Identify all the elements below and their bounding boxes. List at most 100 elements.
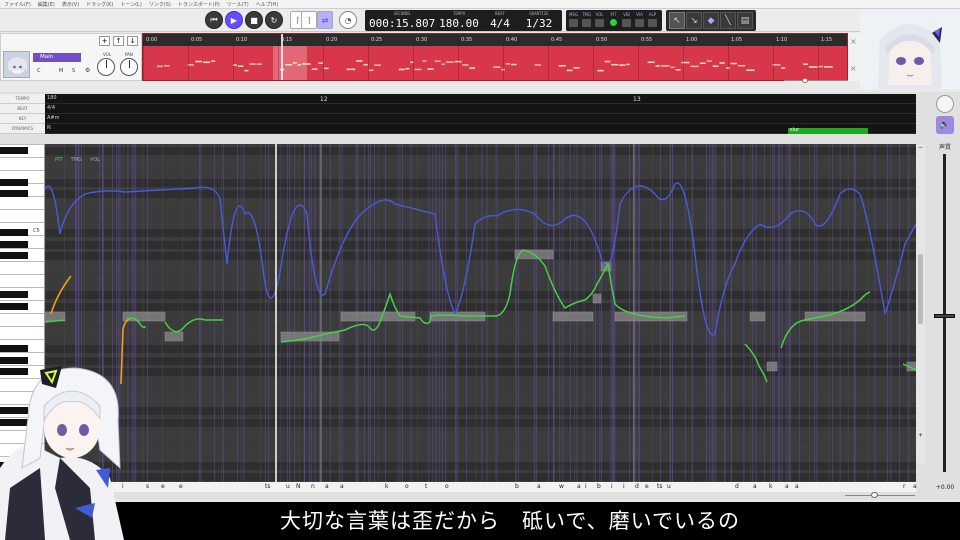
lyric-phoneme[interactable]: i (623, 483, 625, 490)
eraser-tool[interactable]: ◆ (703, 12, 719, 29)
track-zoom-slider[interactable] (784, 78, 848, 84)
white-key[interactable] (0, 300, 44, 301)
menu-file[interactable]: ファイル(F) (4, 1, 31, 8)
voice-quality-handle[interactable] (934, 314, 955, 318)
lyric-phoneme[interactable]: b (597, 483, 601, 490)
menu-edit[interactable]: 編集(E) (38, 1, 55, 8)
add-track-button[interactable]: + (99, 36, 110, 46)
dynamics-row[interactable]: DYNAMICS N slur (0, 124, 916, 134)
pencil-tool[interactable]: ↘ (686, 12, 702, 29)
lyric-phoneme[interactable]: e (161, 483, 165, 490)
lyric-phoneme[interactable]: o (445, 483, 449, 490)
pan-knob[interactable] (120, 58, 138, 76)
line-tool[interactable]: ╲ (720, 12, 736, 29)
close-icon[interactable]: × (850, 37, 857, 46)
rewind-button[interactable]: ⏮ (205, 11, 223, 29)
lyric-phoneme[interactable]: t (425, 483, 427, 490)
tempo-display[interactable]: TEMPO 180.00 (437, 10, 481, 31)
white-key[interactable] (0, 144, 44, 145)
slur-bar[interactable]: slur (788, 127, 868, 134)
beat-row[interactable]: BEAT 4/4 (0, 104, 916, 114)
lyric-phoneme[interactable]: b (515, 483, 519, 490)
menu-transport[interactable]: トランスポート(P) (178, 1, 220, 8)
zoom-handle[interactable] (802, 78, 808, 83)
lyric-phoneme[interactable]: a (753, 483, 757, 490)
lyric-phoneme[interactable]: s (146, 483, 149, 490)
select-tool[interactable]: ↖ (669, 12, 685, 29)
row-track[interactable]: N slur (45, 124, 916, 134)
solo-button[interactable]: S (72, 68, 75, 74)
track-name[interactable]: Main (33, 53, 81, 62)
mode-via[interactable]: VIA (634, 12, 645, 27)
settings-icon[interactable]: ⚙ (85, 67, 90, 74)
menu-view[interactable]: 表示(V) (62, 1, 79, 8)
hzoom-handle[interactable] (871, 492, 878, 498)
track-c-button[interactable]: C (37, 68, 41, 74)
lyric-phoneme[interactable]: d (635, 483, 639, 490)
stop-button[interactable]: ■ (245, 11, 263, 29)
mode-tmg[interactable]: TMG (581, 12, 592, 27)
menu-help[interactable]: ヘルプ(H) (256, 1, 279, 8)
black-key[interactable] (0, 303, 28, 310)
zoom-in-icon[interactable]: + (916, 432, 925, 441)
lyric-phoneme[interactable]: a (577, 483, 581, 490)
lyric-phoneme[interactable]: e (645, 483, 649, 490)
black-key[interactable] (0, 345, 28, 352)
follow-button[interactable]: ⇌ (317, 11, 333, 29)
lyric-phoneme[interactable]: n (311, 483, 315, 490)
tab-tmg[interactable]: TMG (71, 157, 82, 163)
loop-button[interactable]: ↻ (265, 11, 283, 29)
lyric-phoneme[interactable]: a (325, 483, 329, 490)
lyric-phoneme[interactable]: w (559, 483, 564, 490)
scroll-thumb[interactable] (918, 254, 923, 324)
zoom-out-icon[interactable]: − (916, 144, 925, 153)
lyric-phoneme[interactable]: u (667, 483, 671, 490)
white-key[interactable] (0, 287, 44, 288)
lyric-phoneme[interactable]: ts (265, 483, 270, 490)
speaker-button[interactable]: 🔈 (936, 116, 954, 134)
black-key[interactable] (0, 241, 28, 248)
lyric-phoneme[interactable]: a (795, 483, 799, 490)
lyric-phoneme[interactable]: e (179, 483, 183, 490)
tempo-dial-button[interactable]: ◔ (339, 11, 357, 29)
menu-drag[interactable]: ドラッグ(K) (86, 1, 113, 8)
lyric-phoneme[interactable]: a (537, 483, 541, 490)
lyric-phoneme[interactable]: i (611, 483, 613, 490)
mode-vol[interactable]: VOL (594, 12, 605, 27)
play-button[interactable]: ▶ (225, 11, 243, 29)
black-key[interactable] (0, 229, 28, 236)
white-key[interactable] (0, 352, 44, 353)
tab-pit[interactable]: PIT (55, 157, 63, 163)
menu-tools[interactable]: ツール(T) (227, 1, 249, 8)
vertical-scrollbar[interactable] (916, 144, 925, 464)
white-key[interactable] (0, 222, 44, 223)
lyric-phoneme[interactable]: i (585, 483, 587, 490)
lyric-phoneme[interactable]: r (903, 483, 905, 490)
close-icon[interactable]: × (850, 64, 857, 73)
white-key[interactable] (0, 170, 44, 171)
track-timeline[interactable]: 0:00 0:05 0:10 0:15 0:20 0:25 0:30 0:35 0:40 0:45… (142, 33, 848, 81)
black-key[interactable] (0, 252, 28, 259)
lyric-phoneme[interactable]: a (785, 483, 789, 490)
beat-display[interactable]: BEAT 4/4 (483, 10, 517, 31)
row-track[interactable]: 180 12 13 (45, 94, 916, 104)
black-key[interactable] (0, 190, 28, 197)
menu-link[interactable]: リンク(S) (149, 1, 171, 8)
white-key[interactable] (0, 274, 44, 275)
black-key[interactable] (0, 179, 28, 186)
voice-quality-toggle[interactable] (936, 95, 954, 113)
lyric-phoneme[interactable]: ts (657, 483, 662, 490)
lyric-phoneme[interactable]: a (913, 483, 917, 490)
white-key[interactable] (0, 209, 44, 210)
lyric-phoneme[interactable]: d (735, 483, 739, 490)
voice-quality-slider[interactable] (943, 154, 946, 472)
volume-knob[interactable] (97, 58, 115, 76)
mode-vib[interactable]: VIB (621, 12, 632, 27)
mute-button[interactable]: M (59, 68, 63, 74)
black-key[interactable] (0, 147, 28, 154)
piano-roll[interactable]: PIT TMG VOL (45, 144, 916, 482)
tempo-row[interactable]: TEMPO 180 12 13 (0, 94, 916, 104)
row-track[interactable]: 4/4 (45, 104, 916, 114)
lyric-phoneme[interactable]: o (405, 483, 409, 490)
move-down-button[interactable]: ↓ (127, 36, 138, 46)
